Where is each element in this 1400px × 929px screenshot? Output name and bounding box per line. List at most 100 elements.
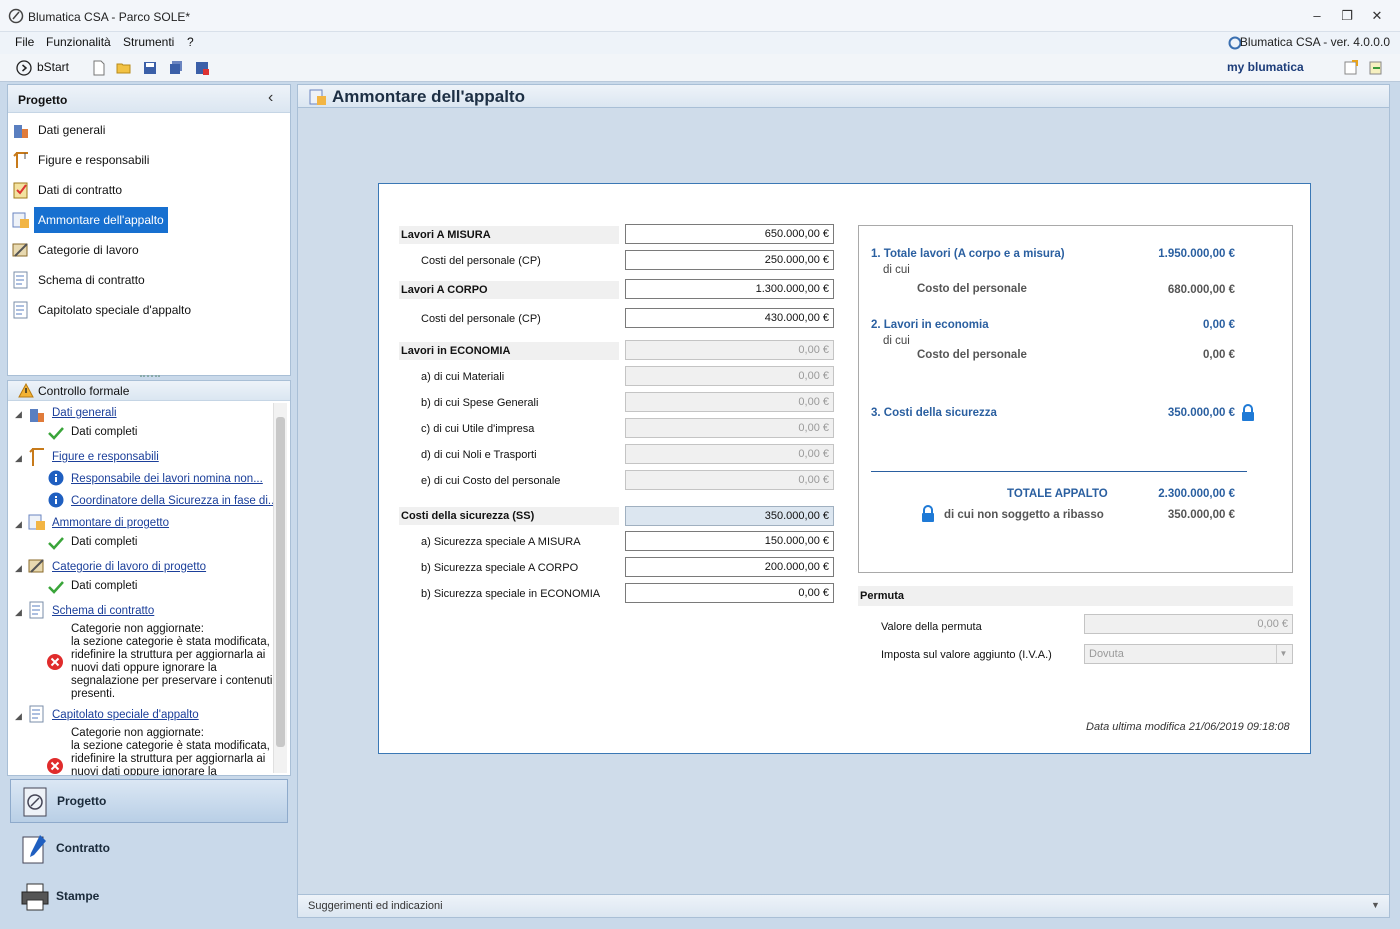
notes-icon[interactable] xyxy=(1343,60,1359,76)
input-lavori-corpo[interactable]: 1.300.000,00 € xyxy=(625,279,834,299)
export-icon[interactable] xyxy=(1368,60,1384,76)
collapse-pane-button[interactable]: ‹ xyxy=(268,89,273,107)
lavori-economia-value: 0,00 € xyxy=(1203,319,1235,331)
check-link-responsabile[interactable]: Responsabile dei lavori nomina non... xyxy=(71,473,263,485)
calculator-icon xyxy=(28,514,45,530)
nav-item-categorie[interactable]: Categorie di lavoro xyxy=(12,237,282,263)
lock-icon xyxy=(922,505,934,522)
nav-item-capitolato[interactable]: Capitolato speciale d'appalto xyxy=(12,297,282,323)
bottom-nav-progetto[interactable]: Progetto xyxy=(10,779,288,823)
check-icon xyxy=(48,537,64,550)
menu-help[interactable]: ? xyxy=(187,35,194,49)
contract-pen-icon xyxy=(22,835,46,864)
project-icon xyxy=(23,787,47,817)
input-lavori-economia: 0,00 € xyxy=(625,340,834,360)
check-link-ammontare[interactable]: Ammontare di progetto xyxy=(52,517,169,529)
last-modified: Data ultima modifica 21/06/2019 09:18:08 xyxy=(1086,721,1290,733)
totale-appalto-value: 2.300.000,00 € xyxy=(1158,488,1235,500)
save-as-icon[interactable] xyxy=(194,60,210,76)
scrollbar-thumb[interactable] xyxy=(276,417,285,747)
suggestions-bar[interactable]: Suggerimenti ed indicazioni ▼ xyxy=(297,894,1390,918)
my-blumatica-logo[interactable]: my blumatica xyxy=(1227,60,1304,74)
save-all-icon[interactable] xyxy=(168,60,184,76)
error-message-capitolato: Categorie non aggiornate: la sezione cat… xyxy=(71,727,270,776)
document-icon xyxy=(29,705,44,723)
totale-lavori-value: 1.950.000,00 € xyxy=(1158,248,1235,260)
input-eco-noli: 0,00 € xyxy=(625,444,834,464)
input-costi-personale-misura[interactable]: 250.000,00 € xyxy=(625,250,834,270)
document-icon xyxy=(13,301,28,319)
bottom-nav-contratto[interactable]: Contratto xyxy=(10,827,288,871)
schema-icon xyxy=(13,271,28,289)
check-link-capitolato[interactable]: Capitolato speciale d'appalto xyxy=(52,709,199,721)
input-sicurezza-corpo[interactable]: 200.000,00 € xyxy=(625,557,834,577)
costo-personale-2-value: 0,00 € xyxy=(1203,349,1235,361)
app-logo-icon xyxy=(8,8,24,24)
nav-item-ammontare[interactable]: Ammontare dell'appalto xyxy=(12,207,282,233)
check-link-dati-generali[interactable]: Dati generali xyxy=(52,407,117,419)
group-lavori-corpo: Lavori A CORPO xyxy=(399,281,619,299)
input-sicurezza-economia[interactable]: 0,00 € xyxy=(625,583,834,603)
input-sicurezza-misura[interactable]: 150.000,00 € xyxy=(625,531,834,551)
input-costi-sicurezza: 350.000,00 € xyxy=(625,506,834,526)
info-icon xyxy=(48,470,64,486)
project-nav-header: Progetto ‹ xyxy=(8,85,290,113)
menu-strumenti[interactable]: Strumenti xyxy=(123,35,174,49)
nav-item-schema-contratto[interactable]: Schema di contratto xyxy=(12,267,282,293)
splitter-handle[interactable] xyxy=(140,375,160,379)
error-icon xyxy=(47,654,63,670)
expand-toggle[interactable]: ◢ xyxy=(15,409,22,420)
check-link-figure[interactable]: Figure e responsabili xyxy=(52,451,159,463)
permuta-header: Permuta xyxy=(858,586,1293,606)
vertical-scrollbar[interactable] xyxy=(273,403,287,773)
input-costi-personale-corpo[interactable]: 430.000,00 € xyxy=(625,308,834,328)
save-icon[interactable] xyxy=(142,60,158,76)
bstart-button[interactable]: bStart xyxy=(16,59,78,77)
schema-icon xyxy=(29,601,44,619)
error-icon xyxy=(47,758,63,774)
close-button[interactable]: ✕ xyxy=(1363,6,1391,26)
expand-toggle[interactable]: ◢ xyxy=(15,519,22,530)
check-link-coordinatore[interactable]: Coordinatore della Sicurezza in fase di.… xyxy=(71,495,277,507)
group-lavori-economia: Lavori in ECONOMIA xyxy=(399,342,619,360)
group-lavori-misura: Lavori A MISURA xyxy=(399,226,619,244)
page-title: Ammontare dell'appalto xyxy=(332,87,525,106)
controllo-formale-header: Controllo formale xyxy=(8,381,290,401)
bottom-nav-stampe[interactable]: Stampe xyxy=(10,875,288,919)
expand-toggle[interactable]: ◢ xyxy=(15,563,22,574)
info-icon xyxy=(48,492,64,508)
input-lavori-misura[interactable]: 650.000,00 € xyxy=(625,224,834,244)
input-valore-permuta[interactable]: 0,00 € xyxy=(1084,614,1293,634)
chevron-down-icon: ▼ xyxy=(1276,645,1290,663)
nav-item-dati-contratto[interactable]: Dati di contratto xyxy=(12,177,282,203)
input-eco-spese-generali: 0,00 € xyxy=(625,392,834,412)
ammontare-card: Lavori A MISURA 650.000,00 € Costi del p… xyxy=(378,183,1311,754)
check-link-schema[interactable]: Schema di contratto xyxy=(52,605,154,617)
select-iva[interactable]: Dovuta ▼ xyxy=(1084,644,1293,664)
menu-funzionalita[interactable]: Funzionalità xyxy=(46,35,111,49)
check-icon xyxy=(48,427,64,440)
minimize-button[interactable]: – xyxy=(1303,6,1331,26)
expand-toggle[interactable]: ◢ xyxy=(15,453,22,464)
costo-personale-1-value: 680.000,00 € xyxy=(1167,284,1235,296)
menu-file[interactable]: File xyxy=(15,35,34,49)
version-label: Blumatica CSA - ver. 4.0.0.0 xyxy=(1239,35,1390,49)
maximize-button[interactable]: ❐ xyxy=(1333,6,1361,26)
new-file-icon[interactable] xyxy=(91,60,107,76)
summary-box: 1. Totale lavori (A corpo e a misura) 1.… xyxy=(858,225,1293,573)
error-message-schema: Categorie non aggiornate: la sezione cat… xyxy=(71,623,273,700)
nav-item-figure-responsabili[interactable]: Figure e responsabili xyxy=(12,147,282,173)
play-circle-icon xyxy=(16,60,32,76)
title-bar: Blumatica CSA - Parco SOLE* – ❐ ✕ xyxy=(0,0,1400,32)
nav-item-dati-generali[interactable]: Dati generali xyxy=(12,117,282,143)
toolbar: bStart my blumatica xyxy=(0,54,1400,82)
check-link-categorie[interactable]: Categorie di lavoro di progetto xyxy=(52,561,206,573)
expand-toggle[interactable]: ◢ xyxy=(15,711,22,722)
expand-toggle[interactable]: ◢ xyxy=(15,607,22,618)
group-sicurezza: Costi della sicurezza (SS) xyxy=(399,507,619,525)
tools-icon xyxy=(12,243,28,257)
open-folder-icon[interactable] xyxy=(116,60,132,76)
chevron-down-icon[interactable]: ▼ xyxy=(1371,900,1380,910)
window-title: Blumatica CSA - Parco SOLE* xyxy=(28,10,191,24)
crane-icon xyxy=(29,448,44,466)
